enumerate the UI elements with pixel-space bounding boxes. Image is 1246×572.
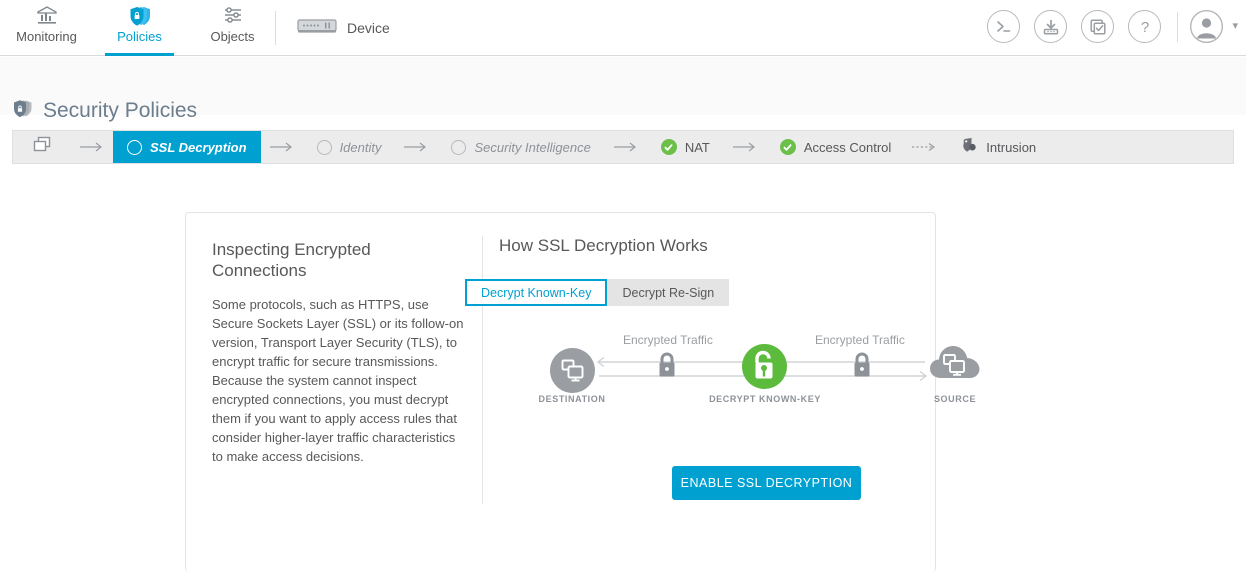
traffic-label-left: Encrypted Traffic [623, 333, 713, 347]
ssl-flow-diagram: DESTINATION Encrypted Traffic DECRYPT KN… [497, 330, 980, 410]
chevron-down-icon[interactable]: ▾ [1232, 21, 1238, 32]
enable-ssl-decryption-button[interactable]: ENABLE SSL DECRYPTION [672, 466, 861, 500]
right-panel-title: How SSL Decryption Works [499, 236, 708, 255]
decrypt-known-key-node-label: DECRYPT KNOWN-KEY [709, 394, 821, 404]
toggle-decrypt-re-sign[interactable]: Decrypt Re-Sign [607, 279, 730, 306]
chain-arrow-4 [724, 131, 766, 163]
chain-step-ssl-decryption-label: SSL Decryption [150, 139, 247, 155]
chain-step-nat-label: NAT [684, 139, 710, 155]
left-panel-body: Some protocols, such as HTTPS, use Secur… [212, 297, 464, 464]
nav-vertical-divider [275, 11, 276, 45]
nav-tab-monitoring[interactable]: Monitoring [0, 0, 93, 56]
card-column-divider [482, 236, 483, 504]
toggle-decrypt-known-key-label: Decrypt Known-Key [481, 285, 592, 300]
closed-padlock-icon [850, 351, 874, 384]
chain-step-security-intelligence[interactable]: Security Intelligence [437, 131, 604, 163]
chain-interfaces-button[interactable] [13, 131, 71, 163]
chain-step-access-control-label: Access Control [803, 139, 892, 155]
toggle-decrypt-re-sign-label: Decrypt Re-Sign [622, 285, 715, 300]
step-ring-icon [127, 139, 142, 155]
nav-tab-objects[interactable]: Objects [186, 0, 279, 56]
tasks-checklist-icon[interactable] [1081, 10, 1115, 43]
top-navigation-bar: Monitoring Policies Objects Device ? ▾ [0, 0, 1246, 56]
nav-tab-policies-label: Policies [117, 29, 162, 44]
unlocked-padlock-key-icon [742, 344, 787, 394]
chain-arrow-2 [395, 131, 437, 163]
closed-padlock-icon [655, 351, 679, 384]
nav-tab-monitoring-label: Monitoring [16, 29, 77, 44]
nav-right-actions: ? ▾ [987, 10, 1238, 43]
chain-step-ssl-decryption[interactable]: SSL Decryption [113, 131, 261, 163]
user-avatar[interactable] [1190, 10, 1224, 43]
help-question-icon[interactable]: ? [1128, 10, 1162, 43]
device-nav-label: Device [347, 19, 390, 36]
chain-step-intrusion-label: Intrusion [986, 139, 1037, 155]
objects-sliders-icon [222, 5, 244, 27]
monitoring-chart-icon [36, 5, 58, 27]
chain-arrow-5-dotted [905, 131, 947, 163]
traffic-label-right: Encrypted Traffic [815, 333, 905, 347]
destination-monitors-circle-icon [550, 348, 595, 398]
step-ring-icon [451, 139, 467, 155]
chain-arrow-0 [71, 131, 113, 163]
chain-step-nat[interactable]: NAT [647, 131, 724, 163]
source-cloud-monitors-icon [929, 342, 981, 391]
card-right-column: How SSL Decryption Works [499, 236, 919, 256]
chain-step-identity[interactable]: Identity [303, 131, 396, 163]
policy-chain-bar: SSL Decryption Identity Security Intelli… [12, 130, 1234, 164]
intrusion-icon [961, 136, 978, 158]
cli-console-icon[interactable] [987, 10, 1021, 43]
toggle-decrypt-known-key[interactable]: Decrypt Known-Key [465, 279, 608, 306]
step-check-icon [779, 139, 796, 155]
chain-step-access-control[interactable]: Access Control [766, 131, 905, 163]
svg-text:?: ? [1141, 19, 1149, 36]
page-header: Security Policies [0, 57, 1246, 122]
step-check-icon [660, 139, 677, 155]
page-title: Security Policies [43, 99, 198, 123]
card-left-column: Inspecting Encrypted Connections Some pr… [212, 239, 464, 466]
policies-shield-icon [128, 5, 152, 27]
chain-arrow-3 [605, 131, 647, 163]
source-node-label: SOURCE [933, 394, 977, 404]
chain-step-identity-label: Identity [339, 139, 382, 155]
interfaces-layers-icon [33, 136, 52, 158]
deploy-download-icon[interactable] [1034, 10, 1068, 43]
chain-arrow-1 [261, 131, 303, 163]
decrypt-mode-toggle-group: Decrypt Known-Key Decrypt Re-Sign [465, 279, 730, 306]
chain-step-security-intelligence-label: Security Intelligence [474, 139, 591, 155]
primary-nav-tabs: Monitoring Policies Objects [0, 0, 279, 56]
destination-node-label: DESTINATION [538, 394, 606, 404]
device-appliance-icon [297, 14, 337, 41]
nav-tab-objects-label: Objects [210, 29, 255, 44]
chain-step-intrusion[interactable]: Intrusion [947, 131, 1050, 163]
nav-tab-policies[interactable]: Policies [93, 0, 186, 56]
nav-actions-divider [1177, 11, 1179, 42]
security-policies-shield-icon [12, 99, 33, 123]
device-nav-item[interactable]: Device [297, 14, 390, 41]
step-ring-icon [316, 139, 332, 155]
left-panel-title: Inspecting Encrypted Connections [212, 240, 371, 280]
